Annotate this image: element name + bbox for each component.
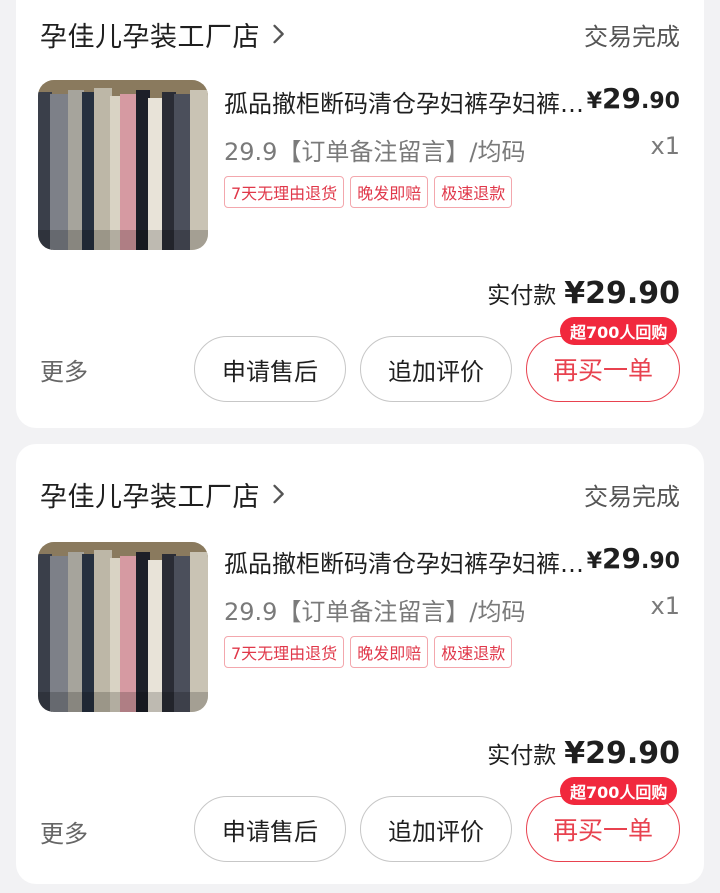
tag-fast-refund: 极速退款 [434, 636, 513, 668]
service-tags: 7天无理由退货 晚发即赔 极速退款 [224, 176, 513, 208]
tag-fast-refund: 极速退款 [434, 176, 513, 208]
shop-header[interactable]: 孕佳儿孕装工厂店 交易完成 [40, 12, 680, 56]
product-quantity: x1 [650, 132, 680, 160]
rebuy-button[interactable]: 再买一单 [526, 796, 680, 862]
product-image[interactable] [38, 80, 208, 250]
paid-amount: ¥29.90 [564, 736, 680, 771]
product-sku: 29.9【订单备注留言】/均码 [224, 598, 526, 626]
order-status: 交易完成 [584, 482, 680, 511]
shop-header[interactable]: 孕佳儿孕装工厂店 交易完成 [40, 472, 680, 516]
rebuy-badge: 超700人回购 [560, 777, 678, 805]
order-card: 孕佳儿孕装工厂店 交易完成 孤品撤柜断码清仓孕妇裤孕妇裤孕妇裤 ¥29.90 2… [16, 0, 704, 428]
paid-amount: ¥29.90 [564, 276, 680, 311]
apply-after-sales-button[interactable]: 申请售后 [194, 796, 346, 862]
tag-7day-return: 7天无理由退货 [224, 176, 345, 208]
apply-after-sales-button[interactable]: 申请售后 [194, 336, 346, 402]
order-card: 孕佳儿孕装工厂店 交易完成 孤品撤柜断码清仓孕妇裤孕妇裤孕妇裤 ¥29.90 2… [16, 444, 704, 884]
tag-7day-return: 7天无理由退货 [224, 636, 345, 668]
product-quantity: x1 [650, 592, 680, 620]
add-review-button[interactable]: 追加评价 [360, 796, 512, 862]
product-price: ¥29.90 [586, 542, 680, 575]
shop-name[interactable]: 孕佳儿孕装工厂店 [40, 15, 260, 54]
order-status: 交易完成 [584, 22, 680, 51]
add-review-button[interactable]: 追加评价 [360, 336, 512, 402]
paid-label: 实付款 [487, 743, 557, 769]
rebuy-button[interactable]: 再买一单 [526, 336, 680, 402]
paid-label: 实付款 [487, 283, 557, 309]
product-sku: 29.9【订单备注留言】/均码 [224, 138, 526, 166]
tag-late-compensation: 晚发即赔 [350, 176, 429, 208]
shop-name[interactable]: 孕佳儿孕装工厂店 [40, 475, 260, 514]
paid-amount-row: 实付款 ¥29.90 [487, 736, 680, 771]
paid-amount-row: 实付款 ¥29.90 [487, 276, 680, 311]
product-title[interactable]: 孤品撤柜断码清仓孕妇裤孕妇裤孕妇裤 [224, 544, 584, 579]
product-title[interactable]: 孤品撤柜断码清仓孕妇裤孕妇裤孕妇裤 [224, 84, 584, 119]
tag-late-compensation: 晚发即赔 [350, 636, 429, 668]
rebuy-badge: 超700人回购 [560, 317, 678, 345]
product-image[interactable] [38, 542, 208, 712]
service-tags: 7天无理由退货 晚发即赔 极速退款 [224, 636, 513, 668]
chevron-right-icon[interactable] [264, 20, 292, 48]
more-button[interactable]: 更多 [40, 352, 88, 387]
product-price: ¥29.90 [586, 82, 680, 115]
chevron-right-icon[interactable] [264, 480, 292, 508]
more-button[interactable]: 更多 [40, 814, 88, 849]
